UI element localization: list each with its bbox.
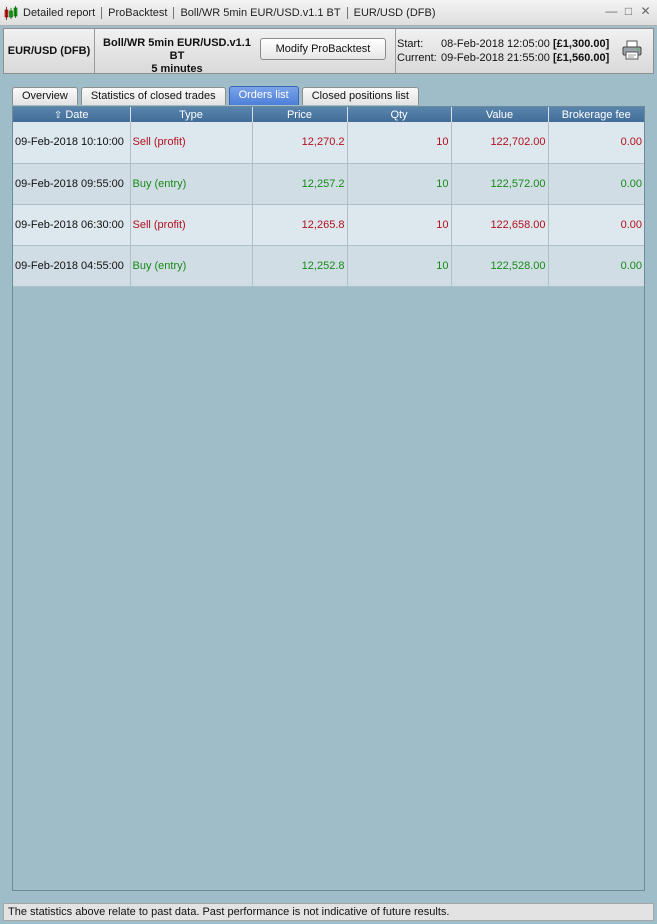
table-row[interactable]: 09-Feb-2018 09:55:00 Buy (entry) 12,257.2 1… (13, 163, 644, 205)
cell-brokerage-fee: 0.00 (548, 245, 644, 287)
table-row[interactable]: 09-Feb-2018 10:10:00 Sell (profit) 12,270.… (13, 122, 644, 164)
report-header: EUR/USD (DFB) Boll/WR 5min EUR/USD.v1.1 … (3, 28, 654, 76)
column-header-label: Date (65, 108, 89, 121)
table-row[interactable]: 09-Feb-2018 06:30:00 Sell (profit) 12,265.… (13, 204, 644, 246)
cell-type: Buy (entry) (130, 163, 253, 205)
start-label: Start: (397, 38, 424, 50)
strategy-info: Boll/WR 5min EUR/USD.v1.1 BT 5 minutes (97, 37, 257, 76)
current-amount: [£1,560.00] (553, 52, 610, 64)
orders-table-body: 09-Feb-2018 10:10:00 Sell (profit) 12,270.… (13, 122, 644, 287)
column-header-brokerage-fee[interactable]: Brokerage fee (548, 107, 644, 122)
title-bar: Detailed report ProBacktest Boll/WR 5min… (0, 0, 657, 26)
cell-type: Buy (entry) (130, 245, 253, 287)
cell-value: 122,572.00 (451, 163, 549, 205)
cell-price: 12,257.2 (252, 163, 348, 205)
breadcrumb-strategy: Boll/WR 5min EUR/USD.v1.1 BT (180, 6, 341, 19)
table-header-row: ⇧ Date Type Price Qty Value Brokerage fee (13, 107, 644, 122)
column-header-value[interactable]: Value (451, 107, 549, 122)
cell-date: 09-Feb-2018 04:55:00 (13, 245, 131, 287)
chart-candles-icon (4, 5, 18, 20)
tab-overview[interactable]: Overview (12, 87, 78, 105)
column-header-date[interactable]: ⇧ Date (13, 107, 131, 122)
breadcrumb-separator (173, 6, 175, 19)
strategy-timeframe: 5 minutes (151, 63, 203, 75)
start-date: 08-Feb-2018 12:05:00 (441, 38, 550, 50)
start-row: Start: 08-Feb-2018 12:05:00 [£1,300.00] (397, 37, 617, 51)
cell-value: 122,658.00 (451, 204, 549, 246)
cell-qty: 10 (347, 245, 452, 287)
strategy-name: Boll/WR 5min EUR/USD.v1.1 BT (103, 37, 251, 62)
column-header-qty[interactable]: Qty (347, 107, 452, 122)
report-tabs: Overview Statistics of closed trades Ord… (12, 86, 422, 106)
breadcrumb-detailed-report: Detailed report (23, 6, 96, 19)
tab-orders-list[interactable]: Orders list (228, 86, 299, 105)
footer-disclaimer: The statistics above relate to past data… (3, 903, 654, 921)
current-row: Current: 09-Feb-2018 21:55:00 [£1,560.00… (397, 51, 617, 65)
cell-date: 09-Feb-2018 10:10:00 (13, 122, 131, 164)
breadcrumb-separator (346, 6, 348, 19)
print-icon[interactable] (621, 40, 643, 60)
cell-value: 122,702.00 (451, 122, 549, 164)
cell-brokerage-fee: 0.00 (548, 163, 644, 205)
breadcrumb-probacktest: ProBacktest (108, 6, 168, 19)
orders-table: ⇧ Date Type Price Qty Value Brokerage fee… (13, 107, 644, 287)
cell-type: Sell (profit) (130, 204, 253, 246)
current-label: Current: (397, 52, 437, 64)
modify-probacktest-button[interactable]: Modify ProBacktest (260, 38, 386, 60)
column-header-type[interactable]: Type (130, 107, 253, 122)
close-icon[interactable]: ✕ (640, 4, 651, 18)
tab-statistics-closed-trades[interactable]: Statistics of closed trades (80, 87, 226, 105)
start-amount: [£1,300.00] (553, 38, 610, 50)
cell-price: 12,252.8 (252, 245, 348, 287)
minimize-icon[interactable]: — (606, 4, 618, 18)
window-controls: — □ ✕ (606, 4, 651, 18)
breadcrumb-instrument: EUR/USD (DFB) (353, 6, 436, 19)
cell-brokerage-fee: 0.00 (548, 122, 644, 164)
cell-qty: 10 (347, 122, 452, 164)
cell-type: Sell (profit) (130, 122, 253, 164)
cell-qty: 10 (347, 204, 452, 246)
cell-price: 12,265.8 (252, 204, 348, 246)
column-header-price[interactable]: Price (252, 107, 348, 122)
cell-price: 12,270.2 (252, 122, 348, 164)
instrument-name: EUR/USD (DFB) (4, 29, 95, 73)
maximize-icon[interactable]: □ (623, 4, 634, 18)
cell-qty: 10 (347, 163, 452, 205)
breadcrumb-separator (101, 6, 103, 19)
sort-ascending-icon: ⇧ (53, 109, 63, 121)
cell-value: 122,528.00 (451, 245, 549, 287)
table-row[interactable]: 09-Feb-2018 04:55:00 Buy (entry) 12,252.8 1… (13, 245, 644, 287)
backtest-period: Start: 08-Feb-2018 12:05:00 [£1,300.00] … (397, 37, 617, 65)
strategy-panel: Boll/WR 5min EUR/USD.v1.1 BT 5 minutes M… (95, 29, 396, 76)
cell-date: 09-Feb-2018 09:55:00 (13, 163, 131, 205)
cell-date: 09-Feb-2018 06:30:00 (13, 204, 131, 246)
orders-grid: ⇧ Date Type Price Qty Value Brokerage fee… (12, 106, 645, 891)
cell-brokerage-fee: 0.00 (548, 204, 644, 246)
current-date: 09-Feb-2018 21:55:00 (441, 52, 550, 64)
tab-closed-positions-list[interactable]: Closed positions list (301, 87, 419, 105)
